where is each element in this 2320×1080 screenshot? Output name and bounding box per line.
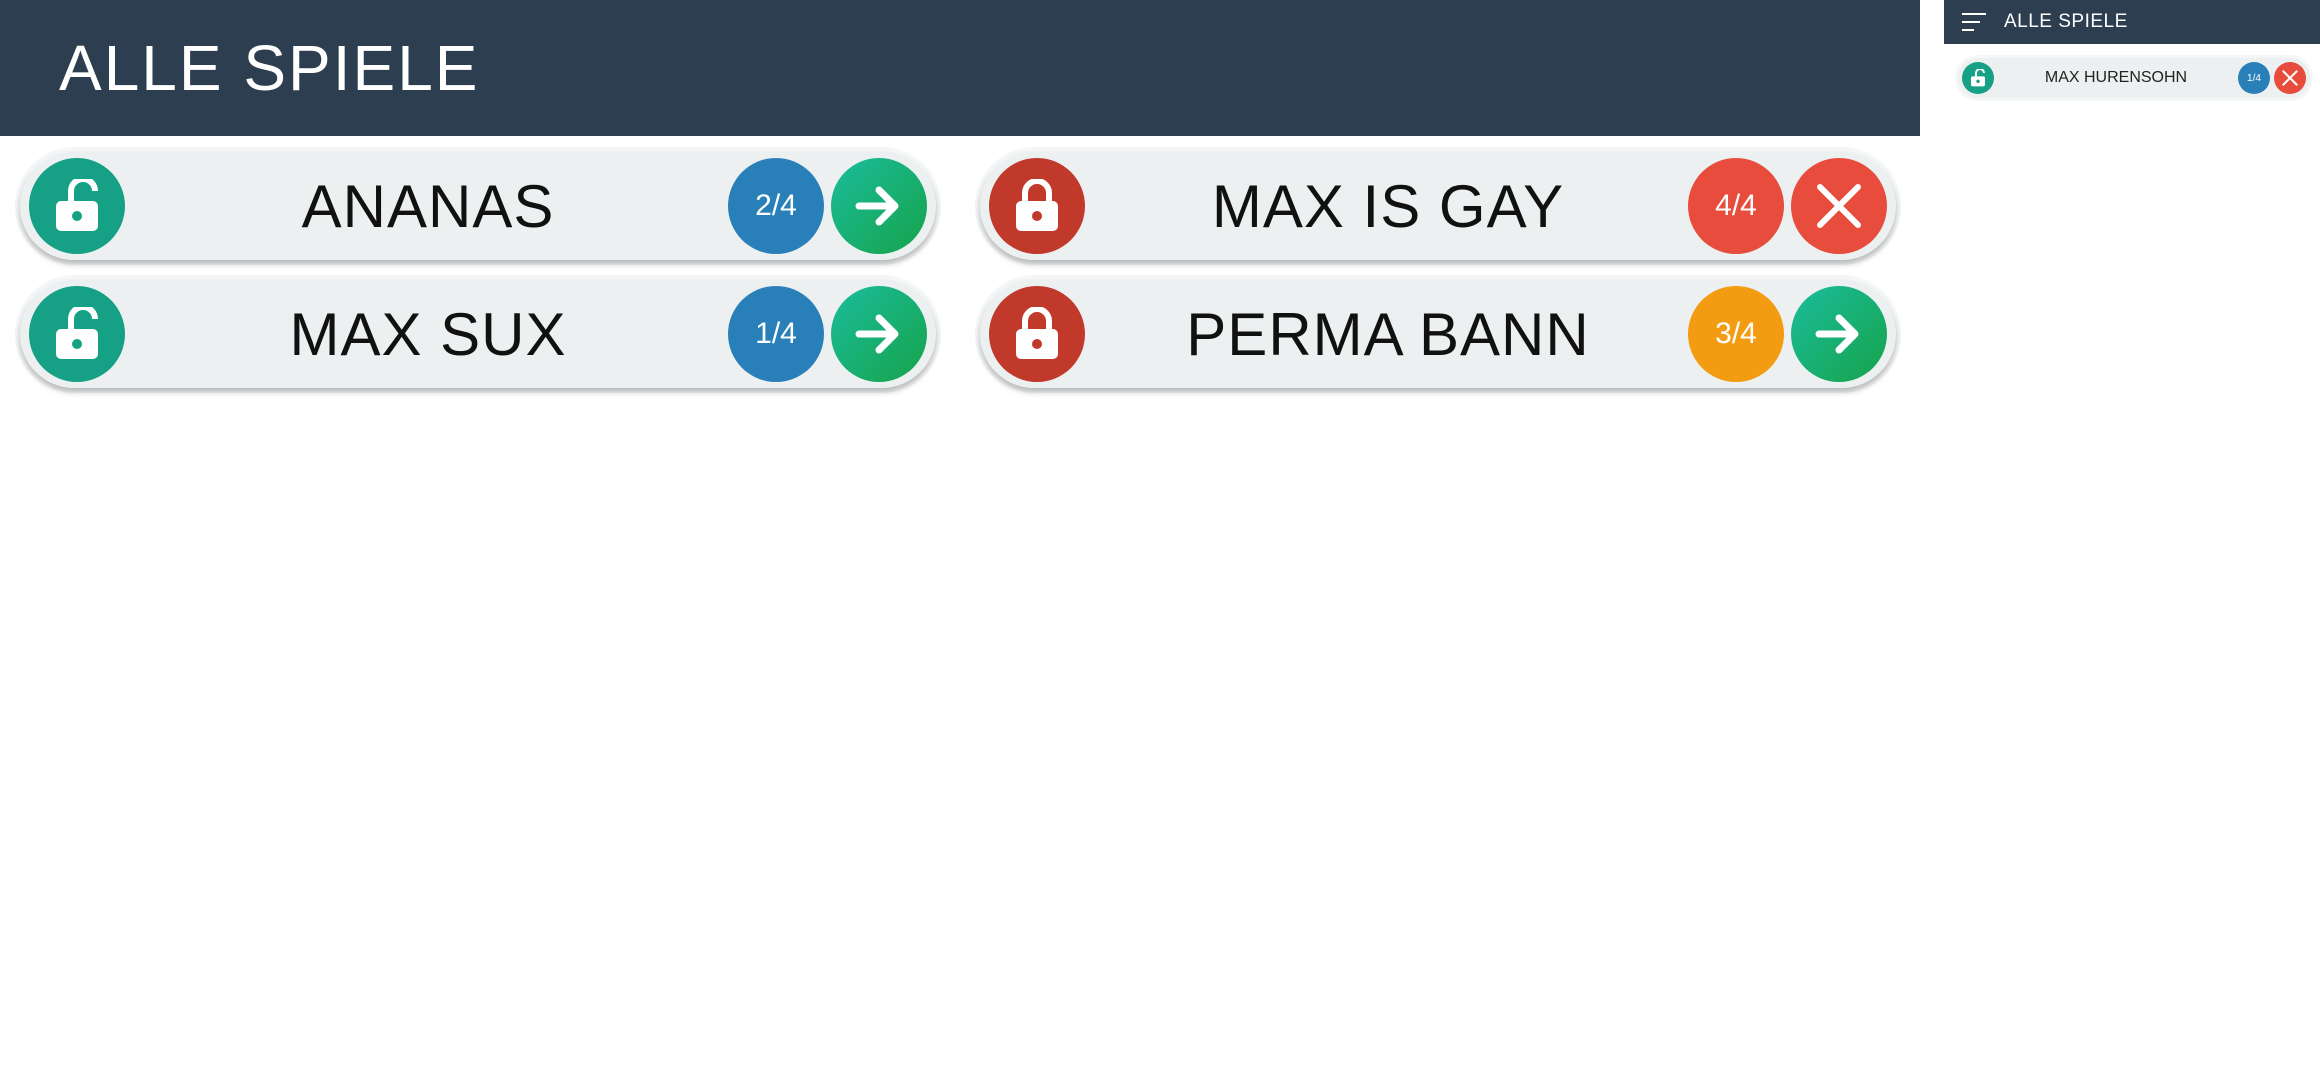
main-panel: ALLE SPIELE ANANAS 2/4 MAX IS GAY 4/4 MA…: [0, 0, 1920, 1080]
game-row-max-sux[interactable]: MAX SUX 1/4: [20, 280, 936, 388]
game-name: MAX HURENSOHN: [2044, 69, 2188, 86]
player-count-badge: 2/4: [728, 158, 824, 254]
menu-icon[interactable]: [1962, 12, 1988, 32]
side-panel: ALLE SPIELE MAX HURENSOHN 1/4: [1944, 0, 2320, 1080]
join-button[interactable]: [1791, 286, 1887, 382]
unlock-icon: [1962, 62, 1994, 94]
game-row-ananas[interactable]: ANANAS 2/4: [20, 152, 936, 260]
arrow-right-icon: [855, 186, 899, 226]
lock-icon: [989, 286, 1085, 382]
unlock-icon: [29, 286, 125, 382]
lock-icon: [989, 158, 1085, 254]
game-row-perma-bann[interactable]: PERMA BANN 3/4: [980, 280, 1896, 388]
full-button[interactable]: [1791, 158, 1887, 254]
close-icon: [1817, 184, 1861, 228]
join-button[interactable]: [831, 158, 927, 254]
arrow-right-icon: [1815, 314, 1859, 354]
unlock-icon: [29, 158, 125, 254]
side-header: ALLE SPIELE: [1944, 0, 2320, 44]
full-button[interactable]: [2274, 62, 2306, 94]
game-row-max-hurensohn[interactable]: MAX HURENSOHN 1/4: [1958, 58, 2310, 98]
arrow-right-icon: [855, 314, 899, 354]
player-count-badge: 1/4: [728, 286, 824, 382]
game-name: MAX IS GAY: [1211, 172, 1565, 240]
player-count-badge: 3/4: [1688, 286, 1784, 382]
side-title: ALLE SPIELE: [2004, 11, 2128, 32]
join-button[interactable]: [831, 286, 927, 382]
player-count-badge: 4/4: [1688, 158, 1784, 254]
game-row-max-is-gay[interactable]: MAX IS GAY 4/4: [980, 152, 1896, 260]
game-name: MAX SUX: [289, 300, 567, 368]
close-icon: [2282, 70, 2298, 86]
game-name: ANANAS: [301, 172, 555, 240]
game-name: PERMA BANN: [1186, 300, 1590, 368]
page-title: ALLE SPIELE: [59, 32, 480, 104]
header-bar: ALLE SPIELE: [0, 0, 1920, 136]
player-count-badge: 1/4: [2238, 62, 2270, 94]
